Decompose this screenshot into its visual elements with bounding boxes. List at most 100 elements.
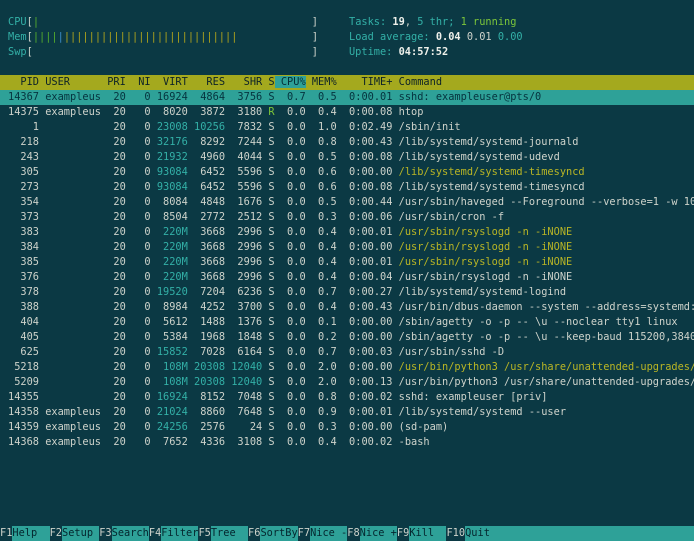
cell-pri: 20 (101, 226, 126, 238)
cell-s: S (262, 331, 274, 343)
process-row[interactable]: 273 20 0 93084 6452 5596 S 0.0 0.6 0:00.… (0, 180, 694, 195)
process-row[interactable]: 378 20 0 19520 7204 6236 S 0.0 0.7 0:00.… (0, 285, 694, 300)
cell-shr: 2512 (225, 211, 262, 223)
column-header-user[interactable]: USER (39, 76, 101, 88)
process-row[interactable]: 14358 exampleus 20 0 21024 8860 7648 S 0… (0, 405, 694, 420)
cell-virt: 15852 (151, 346, 188, 358)
meter-bar-yellow: |||||||||||||||||||||||||||| (64, 31, 238, 43)
column-header-cpu[interactable]: CPU% (275, 76, 306, 88)
fn-sortby-button[interactable]: SortBy (260, 526, 297, 541)
column-header-pid[interactable]: PID (8, 76, 39, 88)
cell-res: 4252 (188, 301, 225, 313)
column-header-virt[interactable]: VIRT (151, 76, 188, 88)
column-header-ni[interactable]: NI (126, 76, 151, 88)
column-header-time[interactable]: TIME+ (337, 76, 393, 88)
process-row[interactable]: 388 20 0 8984 4252 3700 S 0.0 0.4 0:00.4… (0, 300, 694, 315)
process-row[interactable]: 14368 exampleus 20 0 7652 4336 3108 S 0.… (0, 435, 694, 450)
cell-ni: 0 (126, 166, 151, 178)
cell-cpu: 0.0 (275, 406, 306, 418)
cell-pid: 14359 (8, 421, 39, 433)
cell-time: 0:00.08 (337, 181, 393, 193)
cell-virt: 8020 (151, 106, 188, 118)
cell-s: S (262, 136, 274, 148)
cell-s: S (262, 181, 274, 193)
column-header-s[interactable]: S (262, 76, 274, 88)
cell-command: /usr/bin/python3 /usr/share/unattended-u… (392, 361, 694, 373)
cell-res: 6452 (188, 166, 225, 178)
cell-pri: 20 (101, 406, 126, 418)
cell-pid: 5218 (8, 361, 39, 373)
cell-user (39, 226, 101, 238)
process-row[interactable]: 14359 exampleus 20 0 24256 2576 24 S 0.0… (0, 420, 694, 435)
process-row[interactable]: 385 20 0 220M 3668 2996 S 0.0 0.4 0:00.0… (0, 255, 694, 270)
fn-search-button[interactable]: Search (112, 526, 149, 541)
cell-shr: 4044 (225, 151, 262, 163)
process-row[interactable]: 14355 20 0 16924 8152 7048 S 0.0 0.8 0:0… (0, 390, 694, 405)
cell-pri: 20 (101, 361, 126, 373)
cell-mem: 0.6 (306, 166, 337, 178)
swap-meter: Swp[ ] (8, 46, 318, 58)
cell-mem: 0.7 (306, 346, 337, 358)
column-header-pri[interactable]: PRI (101, 76, 126, 88)
cell-pid: 405 (8, 331, 39, 343)
cell-cpu: 0.0 (275, 301, 306, 313)
fn-kill-button[interactable]: Kill (409, 526, 446, 541)
process-row[interactable]: 305 20 0 93084 6452 5596 S 0.0 0.6 0:00.… (0, 165, 694, 180)
cell-pri: 20 (101, 166, 126, 178)
cell-virt: 220M (151, 226, 188, 238)
column-header-shr[interactable]: SHR (225, 76, 262, 88)
column-header-res[interactable]: RES (188, 76, 225, 88)
process-row[interactable]: 376 20 0 220M 3668 2996 S 0.0 0.4 0:00.0… (0, 270, 694, 285)
process-row[interactable]: 373 20 0 8504 2772 2512 S 0.0 0.3 0:00.0… (0, 210, 694, 225)
process-row[interactable]: 243 20 0 21932 4960 4044 S 0.0 0.5 0:00.… (0, 150, 694, 165)
column-header-mem[interactable]: MEM% (306, 76, 337, 88)
cell-s: S (262, 361, 274, 373)
cell-pid: 5209 (8, 376, 39, 388)
cell-res: 20308 (188, 376, 225, 388)
fn-quit-button[interactable]: Quit (465, 526, 502, 541)
cell-command: /usr/bin/python3 /usr/share/unattended-u… (392, 376, 694, 388)
cell-pid: 388 (8, 301, 39, 313)
process-row[interactable]: 218 20 0 32176 8292 7244 S 0.0 0.8 0:00.… (0, 135, 694, 150)
fn-nice-up-button[interactable]: Nice + (360, 526, 397, 541)
cell-pid: 625 (8, 346, 39, 358)
cell-cpu: 0.0 (275, 271, 306, 283)
cell-ni: 0 (126, 226, 151, 238)
process-row[interactable]: 384 20 0 220M 3668 2996 S 0.0 0.4 0:00.0… (0, 240, 694, 255)
cell-user (39, 136, 101, 148)
fn-tree-button[interactable]: Tree (211, 526, 248, 541)
process-row-selected[interactable]: 14367 exampleus 20 0 16924 4864 3756 S 0… (0, 90, 694, 105)
cell-res: 1968 (188, 331, 225, 343)
cell-pid: 1 (8, 121, 39, 133)
process-row[interactable]: 404 20 0 5612 1488 1376 S 0.0 0.1 0:00.0… (0, 315, 694, 330)
cell-mem: 0.4 (306, 106, 337, 118)
fn-key-label: F5 (198, 526, 210, 541)
process-row[interactable]: 625 20 0 15852 7028 6164 S 0.0 0.7 0:00.… (0, 345, 694, 360)
cell-time: 0:00.13 (337, 376, 393, 388)
process-row[interactable]: 405 20 0 5384 1968 1848 S 0.0 0.2 0:00.0… (0, 330, 694, 345)
cell-command: /sbin/init (392, 121, 460, 133)
process-row[interactable]: 5209 20 0 108M 20308 12040 S 0.0 2.0 0:0… (0, 375, 694, 390)
fn-key-label: F9 (397, 526, 409, 541)
cell-ni: 0 (126, 151, 151, 163)
column-header-command[interactable]: Command (392, 76, 442, 88)
fn-setup-button[interactable]: Setup (62, 526, 99, 541)
process-row[interactable]: 1 20 0 23008 10256 7832 S 0.0 1.0 0:02.4… (0, 120, 694, 135)
cell-s: S (262, 421, 274, 433)
process-row[interactable]: 14375 exampleus 20 0 8020 3872 3180 R 0.… (0, 105, 694, 120)
cell-s: S (262, 346, 274, 358)
gap (318, 46, 349, 58)
cell-command: /usr/sbin/sshd -D (392, 346, 504, 358)
uptime-value: 04:57:52 (399, 46, 449, 58)
fn-filter-button[interactable]: Filter (161, 526, 198, 541)
process-row[interactable]: 5218 20 0 108M 20308 12040 S 0.0 2.0 0:0… (0, 360, 694, 375)
cell-time: 0:00.00 (337, 166, 393, 178)
cell-s: S (262, 196, 274, 208)
process-row[interactable]: 354 20 0 8084 4848 1676 S 0.0 0.5 0:00.4… (0, 195, 694, 210)
cell-command: (sd-pam) (392, 421, 448, 433)
fn-nice-down-button[interactable]: Nice - (310, 526, 347, 541)
process-row[interactable]: 383 20 0 220M 3668 2996 S 0.0 0.4 0:00.0… (0, 225, 694, 240)
cell-mem: 1.0 (306, 121, 337, 133)
fn-help-button[interactable]: Help (12, 526, 49, 541)
cell-res: 2772 (188, 211, 225, 223)
